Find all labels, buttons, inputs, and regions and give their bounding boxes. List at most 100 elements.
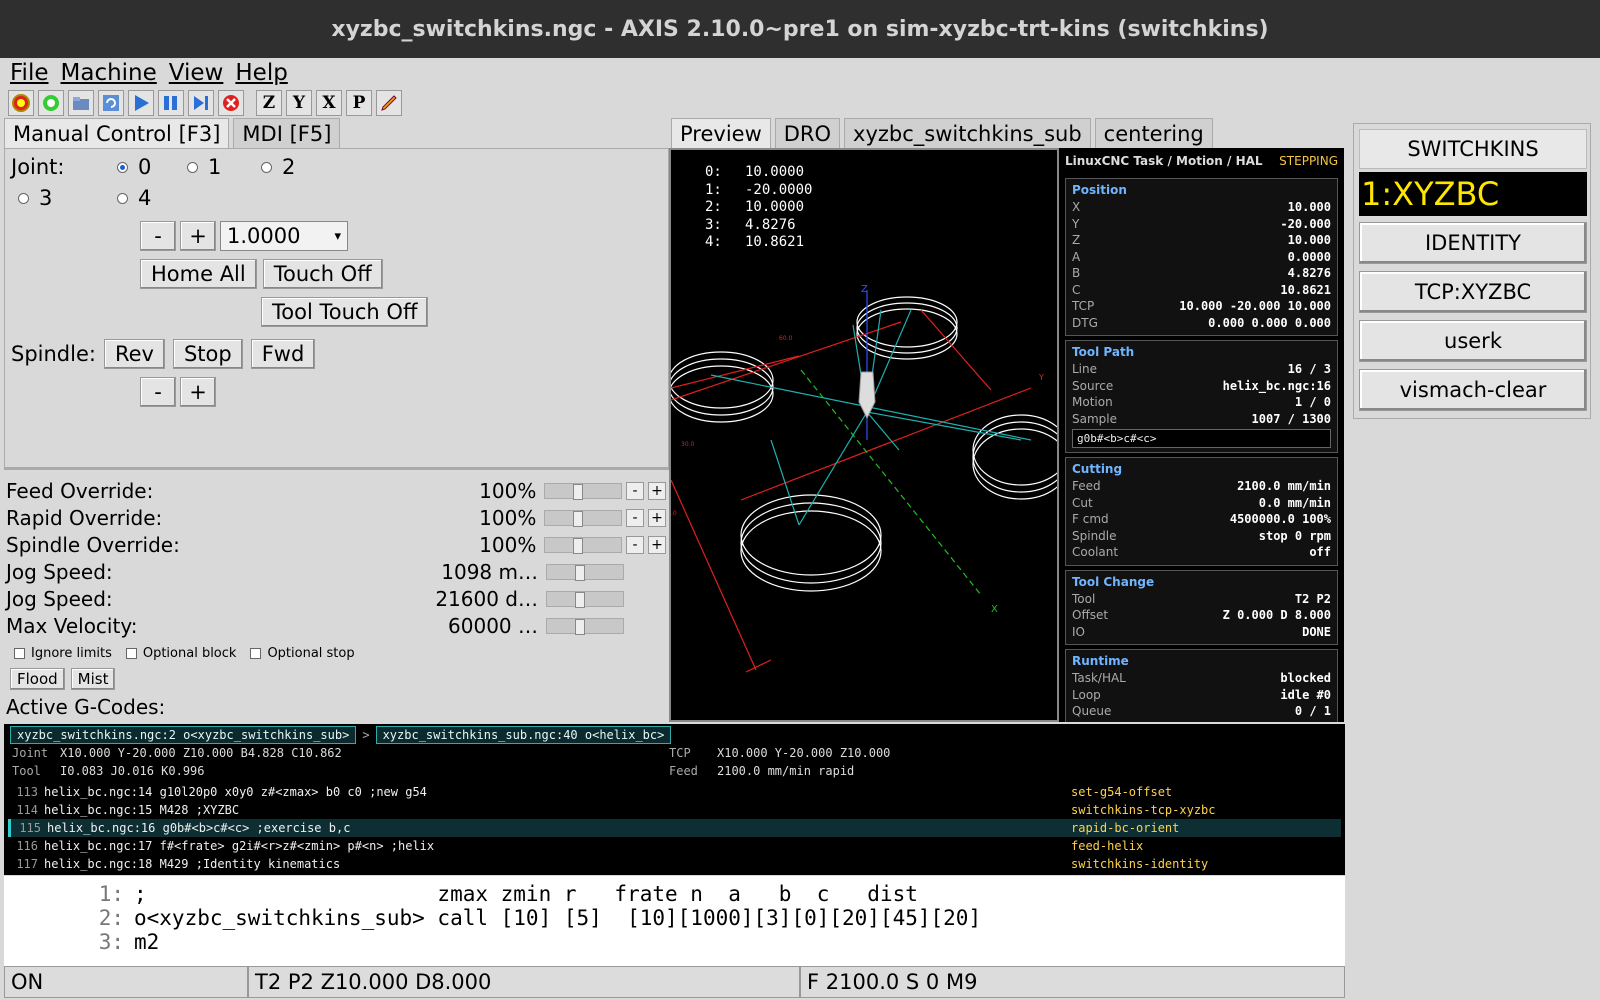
svg-text:X: X (991, 604, 998, 615)
max-velocity-row: Max Velocity: 60000 … (6, 613, 666, 639)
toolpath-drawing: X Z Y 60.0 30.0 .0 (671, 284, 1057, 673)
gcode-line[interactable]: 113 helix_bc.ngc:14 g10l20p0 x0y0 z#<zmax… (8, 783, 1341, 801)
spindle-override-row: Spindle Override: 100% - + (6, 532, 667, 558)
open-icon[interactable] (68, 90, 94, 116)
spindle-override-minus[interactable]: - (626, 536, 645, 554)
optional-stop-checkbox[interactable]: Optional stop (250, 646, 355, 661)
spindle-override-plus[interactable]: + (648, 536, 667, 554)
touch-off-button[interactable]: Touch Off (262, 259, 383, 289)
svg-text:30.0: 30.0 (681, 441, 695, 448)
pause-icon[interactable] (188, 90, 214, 116)
svg-text:Y: Y (1038, 373, 1044, 382)
toolbar: Z Y X P (8, 88, 406, 118)
menubar: File Machine View Help (4, 58, 1596, 88)
menu-file[interactable]: File (10, 60, 49, 86)
joint-radio-3[interactable]: 3 (18, 186, 52, 210)
switchkins-panel: SWITCHKINS 1:XYZBC IDENTITY TCP:XYZBC us… (1353, 123, 1591, 419)
flood-button[interactable]: Flood (10, 668, 65, 690)
tcp-status: TCP X10.000 Y-20.000 Z10.000 (669, 746, 891, 760)
gcode-line[interactable]: 114 helix_bc.ngc:15 M428 ;XYZBC switchkins… (8, 801, 1341, 819)
call-stack-crumb-1[interactable]: xyzbc_switchkins.ngc:2 o<xyzbc_switchkin… (10, 726, 357, 744)
optional-block-checkbox[interactable]: Optional block (125, 646, 236, 661)
gcode-line[interactable]: 117 helix_bc.ngc:18 M429 ;Identity kinema… (8, 855, 1341, 873)
tool-touch-off-button[interactable]: Tool Touch Off (261, 297, 429, 327)
feed-override-row: Feed Override: 100% - + (6, 478, 667, 504)
hud-runtime-box: Runtime Task/HAL blocked Loop idle #0 Queu… (1065, 649, 1338, 722)
hud-toolpath-box: Tool Path Line 16 / 3 Source helix_bc.ngc:… (1065, 340, 1338, 453)
view-z-button[interactable]: Z (256, 90, 282, 116)
rapid-override-slider[interactable] (544, 510, 623, 527)
tab-xyzbc-switchkins-sub[interactable]: xyzbc_switchkins_sub (844, 118, 1091, 148)
menu-help[interactable]: Help (235, 60, 287, 86)
statusbar: ON T2 P2 Z10.000 D8.000 F 2100.0 S 0 M9 (4, 966, 1345, 998)
menu-machine[interactable]: Machine (61, 60, 157, 86)
menu-view[interactable]: View (169, 60, 224, 86)
hud-state: STEPPING (1279, 154, 1338, 168)
mist-button[interactable]: Mist (70, 668, 116, 690)
joint-radio-2[interactable]: 2 (261, 155, 295, 179)
tab-mdi[interactable]: MDI [F5] (233, 118, 341, 148)
tool-info: T2 P2 Z10.000 D8.000 (248, 966, 800, 998)
tab-manual-control[interactable]: Manual Control [F3] (4, 118, 230, 148)
svg-text:60.0: 60.0 (779, 335, 793, 342)
jog-minus-button[interactable]: - (140, 221, 176, 251)
angular-jog-speed-row: Jog Speed: 21600 d… (6, 586, 666, 612)
editor-line: 2: o<xyzbc_switchkins_sub> call [10] [5] … (98, 906, 982, 930)
jog-speed-slider[interactable] (546, 564, 624, 581)
hud-current-gcode: g0b#<b>c#<c> (1072, 429, 1331, 448)
view-x-button[interactable]: X (316, 90, 342, 116)
switchkins-title: SWITCHKINS (1359, 129, 1587, 169)
max-velocity-slider[interactable] (546, 618, 624, 635)
gcode-line[interactable]: 116 helix_bc.ngc:17 f#<frate> g2i#<r>z#<z… (8, 837, 1341, 855)
feed-override-slider[interactable] (544, 483, 623, 500)
feed-spindle-info: F 2100.0 S 0 M9 (800, 966, 1345, 998)
left-panel: Manual Control [F3] MDI [F5] Joint: 0 1 … (4, 118, 669, 724)
gcode-editor[interactable]: 1:; zmax zmin r frate n a b c dist 2: o<x… (4, 876, 1345, 966)
call-stack-crumb-2[interactable]: xyzbc_switchkins_sub.ngc:40 o<helix_bc> (375, 726, 672, 744)
step-icon[interactable] (158, 90, 184, 116)
joint-label: Joint: (11, 155, 65, 179)
editor-line: 3: m2 (98, 930, 160, 954)
joint-radio-4[interactable]: 4 (117, 186, 151, 210)
ignore-limits-checkbox[interactable]: Ignore limits (14, 646, 112, 661)
home-all-button[interactable]: Home All (140, 259, 257, 289)
rapid-override-minus[interactable]: - (626, 509, 645, 527)
joint-radio-0[interactable]: 0 (117, 155, 151, 179)
view-p-button[interactable]: P (346, 90, 372, 116)
tab-centering[interactable]: centering (1094, 118, 1213, 148)
gcode-line-current[interactable]: 115 helix_bc.ngc:16 g0b#<b>c#<c> ;exercis… (8, 819, 1341, 837)
view-y-button[interactable]: Y (286, 90, 312, 116)
spindle-override-slider[interactable] (544, 537, 623, 554)
rapid-override-plus[interactable]: + (648, 509, 667, 527)
tab-dro[interactable]: DRO (774, 118, 841, 148)
feed-status: Feed 2100.0 mm/min rapid (669, 764, 855, 778)
kinematics-display: 1:XYZBC (1359, 172, 1587, 216)
spindle-slower-button[interactable]: - (140, 377, 176, 407)
jog-increment-select[interactable]: 1.0000 ▾ (220, 221, 348, 251)
run-icon[interactable] (128, 90, 154, 116)
spindle-rev-button[interactable]: Rev (103, 339, 165, 369)
jog-plus-button[interactable]: + (180, 221, 216, 251)
power-icon[interactable] (38, 90, 64, 116)
spindle-faster-button[interactable]: + (180, 377, 216, 407)
reload-icon[interactable] (98, 90, 124, 116)
stop-icon[interactable] (218, 90, 244, 116)
feed-override-plus[interactable]: + (648, 482, 667, 500)
manual-control-panel: Joint: 0 1 2 3 4 - + 1.0000 ▾ Home All To… (4, 148, 669, 468)
machine-state: ON (4, 966, 248, 998)
toolpath-preview-canvas[interactable]: 0: 10.0000 1: -20.0000 2: 10.0000 3: 4.8276 … (669, 148, 1059, 722)
tab-preview[interactable]: Preview (671, 118, 771, 148)
tcp-xyzbc-button[interactable]: TCP:XYZBC (1359, 271, 1587, 313)
tool-status: Tool I0.083 J0.016 K0.996 (12, 764, 205, 778)
feed-override-minus[interactable]: - (626, 482, 645, 500)
vismach-clear-button[interactable]: vismach-clear (1359, 369, 1587, 411)
identity-button[interactable]: IDENTITY (1359, 222, 1587, 264)
spindle-stop-button[interactable]: Stop (172, 339, 243, 369)
clear-plot-icon[interactable] (376, 90, 402, 116)
joint-radio-1[interactable]: 1 (187, 155, 221, 179)
spindle-fwd-button[interactable]: Fwd (250, 339, 316, 369)
angular-jog-speed-slider[interactable] (546, 591, 624, 608)
userk-button[interactable]: userk (1359, 320, 1587, 362)
estop-icon[interactable] (8, 90, 34, 116)
jog-speed-row: Jog Speed: 1098 m… (6, 559, 666, 585)
